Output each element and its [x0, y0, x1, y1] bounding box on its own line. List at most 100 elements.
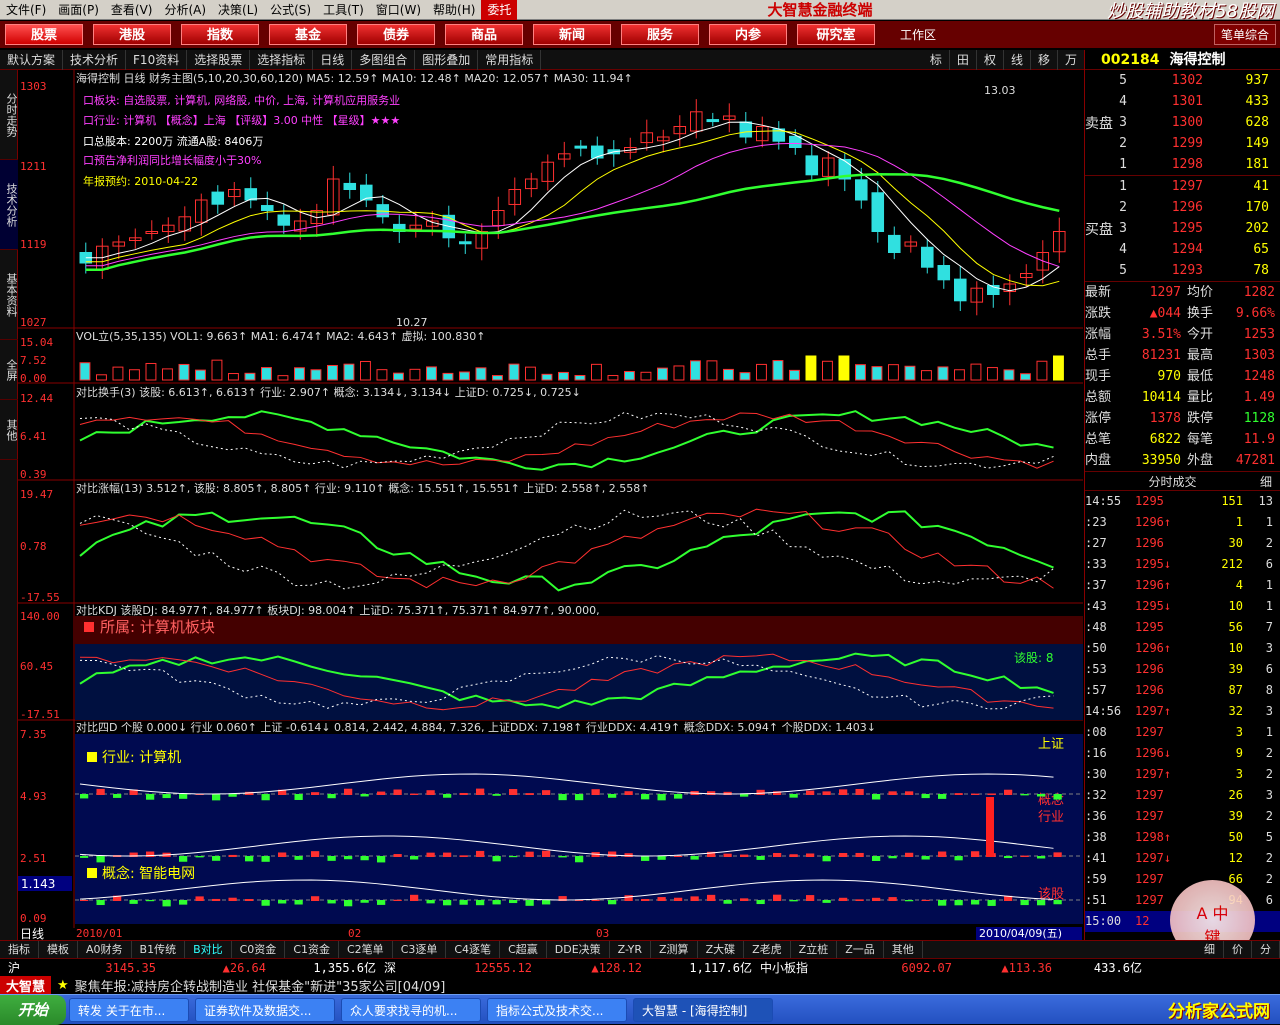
- buy-level-row[interactable]: 3 1295 202: [1113, 218, 1269, 239]
- taskbar-item[interactable]: 转发 关于在市...: [69, 997, 190, 1022]
- start-button[interactable]: 开始: [0, 994, 67, 1025]
- right-panel-tab[interactable]: 分: [1252, 940, 1280, 959]
- indicator-tab[interactable]: C4逐笔: [446, 940, 501, 959]
- menu-item-file[interactable]: 文件(F): [0, 0, 52, 20]
- sell-level-row[interactable]: 3 1300 628: [1113, 112, 1269, 133]
- toolbar-line[interactable]: 线: [1004, 49, 1031, 70]
- toolbar-tech-analysis[interactable]: 技术分析: [63, 49, 127, 70]
- taskbar-item[interactable]: 证券软件及数据交...: [195, 997, 336, 1022]
- nav-fund[interactable]: 基金: [269, 24, 347, 45]
- tab-intraday[interactable]: 分时走势: [0, 70, 18, 160]
- indicator-tab[interactable]: Z测算: [651, 940, 698, 959]
- toolbar-overlay[interactable]: 图形叠加: [415, 49, 479, 70]
- indicator-tab[interactable]: C1资金: [285, 940, 339, 959]
- menu-item-view-page[interactable]: 画面(P): [52, 0, 105, 20]
- nav-stocks[interactable]: 股票: [5, 24, 83, 45]
- indicator-tab[interactable]: A0财务: [78, 940, 132, 959]
- buy-level-row[interactable]: 4 1294 65: [1113, 239, 1269, 260]
- sell-level-row[interactable]: 1 1298 181: [1113, 154, 1269, 175]
- menu-item-window[interactable]: 窗口(W): [370, 0, 427, 20]
- nav-research[interactable]: 研究室: [797, 24, 875, 45]
- taskbar-item-active[interactable]: 大智慧 - [海得控制]: [633, 997, 774, 1022]
- indicator-tab[interactable]: Z立桩: [791, 940, 838, 959]
- menu-item-help[interactable]: 帮助(H): [427, 0, 481, 20]
- indicator-tab[interactable]: C0资金: [232, 940, 286, 959]
- taskbar-item[interactable]: 指标公式及技术交...: [487, 997, 628, 1022]
- toolbar-select-indicator[interactable]: 选择指标: [250, 49, 314, 70]
- indicator-tab[interactable]: 模板: [39, 940, 78, 959]
- menu-item-analysis[interactable]: 分析(A): [158, 0, 212, 20]
- indicator-tab[interactable]: 指标: [0, 940, 39, 959]
- sh-change: ▲26.64: [222, 960, 266, 975]
- indicator-tab[interactable]: Z大碟: [698, 940, 745, 959]
- toolbar-scheme[interactable]: 默认方案: [0, 49, 64, 70]
- taskbar-item[interactable]: 众人要求找寻的机...: [341, 997, 482, 1022]
- indicator-tab[interactable]: Z一品: [837, 940, 884, 959]
- trades-title[interactable]: 分时成交: [1085, 472, 1260, 490]
- toolbar-period[interactable]: 日线: [313, 49, 353, 70]
- chart-area[interactable]: 海得控制 日线 财务主图(5,10,20,30,60,120) MA5: 12.…: [18, 70, 1083, 940]
- menu-item-decision[interactable]: 决策(L): [212, 0, 264, 20]
- nav-hk[interactable]: 港股: [93, 24, 171, 45]
- toolbar-multi-chart[interactable]: 多图组合: [352, 49, 416, 70]
- nav-news[interactable]: 新闻: [533, 24, 611, 45]
- toolbar-rights[interactable]: 权: [977, 49, 1004, 70]
- sell-level-row[interactable]: 2 1299 149: [1113, 133, 1269, 154]
- sh-value: 3145.35: [105, 960, 156, 975]
- right-panel-tab[interactable]: 价: [1224, 940, 1252, 959]
- tab-fundamentals[interactable]: 基本资料: [0, 250, 18, 340]
- indicator-tab[interactable]: C2笔单: [339, 940, 393, 959]
- trade-time: :41: [1085, 851, 1107, 865]
- indicator-tab[interactable]: B1传统: [132, 940, 186, 959]
- sell-level-row[interactable]: 5 1302 937: [1113, 70, 1269, 91]
- menu-item-tools[interactable]: 工具(T): [317, 0, 370, 20]
- nav-bond[interactable]: 债券: [357, 24, 435, 45]
- buy-level-row[interactable]: 2 1296 170: [1113, 197, 1269, 218]
- indicator-tab[interactable]: 其他: [884, 940, 923, 959]
- toolbar-move[interactable]: 移: [1031, 49, 1058, 70]
- ticker-text[interactable]: 聚焦年报:减持房企转战制造业 社保基金"新进"35家公司[04/09]: [75, 976, 446, 995]
- menu-item-formula[interactable]: 公式(S): [264, 0, 317, 20]
- main-y-label: 1027: [20, 316, 47, 329]
- buy-level-row[interactable]: 5 1293 78: [1113, 260, 1269, 281]
- indicator-tab[interactable]: DDE决策: [547, 940, 610, 959]
- buy-level-row[interactable]: 1 1297 41: [1113, 176, 1269, 197]
- ddx-bar: [954, 793, 963, 795]
- trades-list[interactable]: 14:55 1295 151 13:23 1296↑ 1 1:27 1296 30 2:33 129…: [1085, 491, 1280, 932]
- nav-index[interactable]: 指数: [181, 24, 259, 45]
- trade-time: :37: [1085, 578, 1107, 592]
- tab-technical[interactable]: 技术分析: [0, 160, 18, 250]
- ddx-bar: [542, 900, 551, 905]
- candle-body: [277, 214, 291, 226]
- menu-item-view[interactable]: 查看(V): [105, 0, 159, 20]
- volume-bar: [838, 355, 850, 381]
- indicator-tab[interactable]: B对比: [185, 940, 232, 959]
- sell-level-row[interactable]: 4 1301 433: [1113, 91, 1269, 112]
- toolbar-common-indicators[interactable]: 常用指标: [478, 49, 542, 70]
- trade-row: :36 1297 39 2: [1085, 806, 1280, 827]
- nav-insider[interactable]: 内参: [709, 24, 787, 45]
- nav-service[interactable]: 服务: [621, 24, 699, 45]
- toolbar-f10[interactable]: F10资料: [126, 49, 188, 70]
- right-panel-tab[interactable]: 细: [1196, 940, 1224, 959]
- ddx-bar: [938, 794, 947, 799]
- indicator-tab[interactable]: Z-YR: [610, 940, 652, 959]
- volume-bar: [739, 372, 751, 381]
- menu-item-trade[interactable]: 委托: [481, 0, 518, 20]
- indicator-tab[interactable]: Z老虎: [744, 940, 791, 959]
- toolbar-select-stock[interactable]: 选择股票: [187, 49, 251, 70]
- trades-detail-tab[interactable]: 细: [1260, 472, 1280, 490]
- toolbar-wan[interactable]: 万: [1058, 49, 1085, 70]
- toolbar-grid[interactable]: 田: [950, 49, 977, 70]
- order-summary-button[interactable]: 笔单综合: [1213, 24, 1276, 45]
- nav-commodity[interactable]: 商品: [445, 24, 523, 45]
- tab-fullscreen[interactable]: 全屏: [0, 340, 18, 400]
- quote-row: 内盘 33950 外盘 47281: [1085, 450, 1280, 471]
- indicator-tab[interactable]: C3逐单: [393, 940, 447, 959]
- work-area-label[interactable]: 工作区: [900, 26, 936, 43]
- toolbar-mark[interactable]: 标: [923, 49, 950, 70]
- news-ticker[interactable]: 大智慧 ★ 聚焦年报:减持房企转战制造业 社保基金"新进"35家公司[04/09…: [0, 975, 1280, 995]
- ddx-bar: [542, 790, 551, 795]
- indicator-tab[interactable]: C超赢: [500, 940, 547, 959]
- tab-other[interactable]: 其他: [0, 400, 18, 460]
